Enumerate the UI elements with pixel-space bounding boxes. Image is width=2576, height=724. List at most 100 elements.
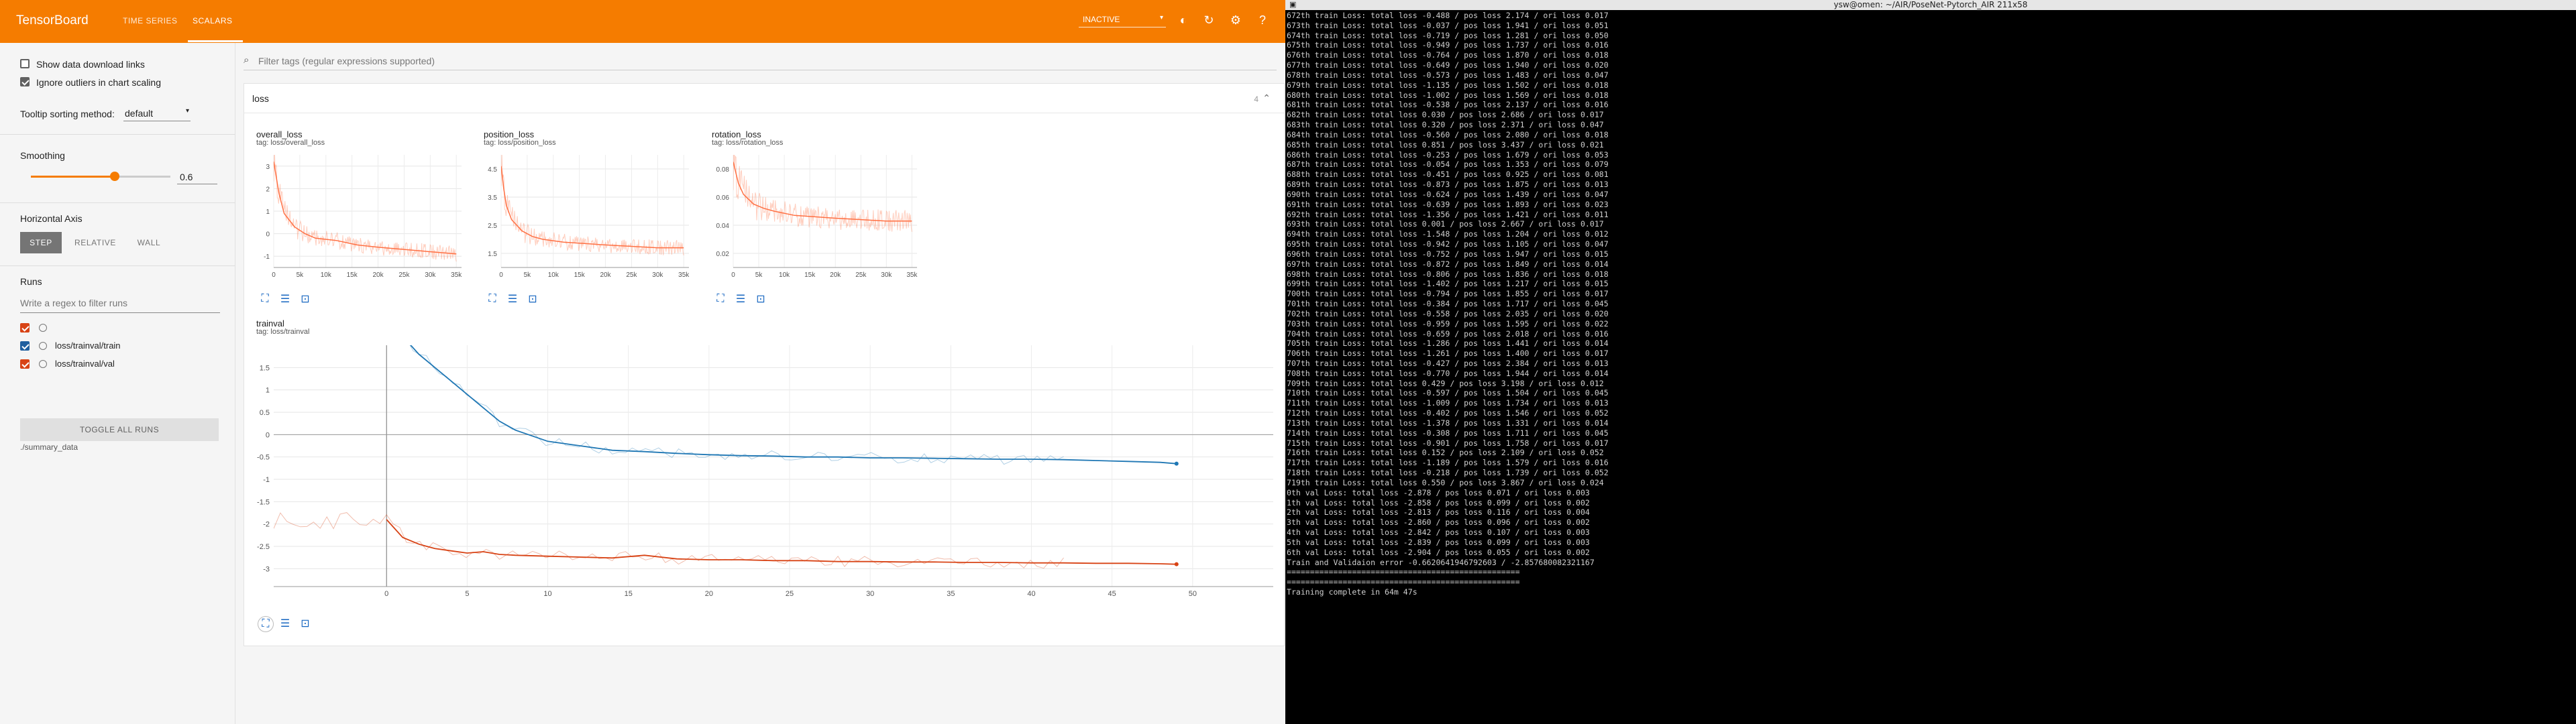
chart-title-rotation: rotation_loss — [712, 129, 761, 139]
y-tick-label: 4.5 — [488, 166, 497, 174]
settings-icon[interactable]: ⚙ — [1228, 12, 1244, 28]
x-tick-label: 0 — [272, 272, 276, 279]
x-tick-label: 20k — [372, 272, 384, 279]
divider — [0, 202, 235, 203]
fit-domain-icon[interactable]: ⊡ — [298, 616, 313, 631]
chart-tag-position: tag: loss/position_loss — [484, 139, 556, 147]
data-table-icon[interactable]: ☰ — [278, 292, 292, 306]
fit-domain-icon[interactable]: ⊡ — [298, 292, 313, 306]
trainval-chart[interactable]: 1.5 1 0.5 0 -0.5 -1 -1.5 -2 -2.5 -3 0 5 10 15 20 25 30 35… — [254, 339, 1280, 607]
run-checkbox[interactable] — [20, 323, 30, 333]
terminal-line: 704th train Loss: total loss -0.659 / po… — [1287, 328, 1609, 339]
plugin-select-value: INACTIVE — [1083, 15, 1120, 24]
run-checkbox-val[interactable] — [20, 359, 30, 369]
plugin-select[interactable]: INACTIVE ▾ — [1079, 12, 1166, 27]
run-color-swatch[interactable] — [39, 342, 47, 350]
fullscreen-icon[interactable]: ⛶ — [713, 292, 728, 306]
category-count: 4 — [1254, 95, 1258, 104]
run-color-swatch[interactable] — [39, 324, 47, 332]
fullscreen-icon[interactable]: ⛶ — [258, 292, 272, 306]
tag-filter-input[interactable]: ⌕ Filter tags (regular expressions suppo… — [244, 54, 1277, 70]
refresh-icon[interactable]: ↻ — [1201, 12, 1217, 28]
series-line — [501, 166, 684, 249]
runs-filter-input[interactable]: Write a regex to filter runs — [20, 295, 220, 313]
terminal-line: 712th train Loss: total loss -0.402 / po… — [1287, 408, 1609, 418]
data-table-icon[interactable]: ☰ — [505, 292, 520, 306]
terminal-line: 679th train Loss: total loss -1.135 / po… — [1287, 80, 1609, 90]
terminal-window[interactable]: ▣ ysw@omen: ~/AIR/PoseNet-Pytorch_AIR 21… — [1285, 0, 2576, 724]
toggle-all-runs-button[interactable]: TOGGLE ALL RUNS — [20, 418, 219, 441]
data-table-icon[interactable]: ☰ — [733, 292, 748, 306]
terminal-line: 700th train Loss: total loss -0.794 / po… — [1287, 289, 1609, 299]
overall-loss-chart[interactable]: 3 2 1 0 -1 0 5k 10k 15k 20k 25k 30k 35k — [254, 149, 468, 284]
y-tick-label: -1 — [263, 476, 270, 484]
haxis-wall-button[interactable]: WALL — [129, 232, 169, 253]
terminal-line: ========================================… — [1287, 567, 1520, 577]
fit-domain-icon[interactable]: ⊡ — [525, 292, 540, 306]
run-checkbox-train[interactable] — [20, 341, 30, 351]
data-table-icon[interactable]: ☰ — [278, 616, 292, 631]
series-end-point — [1174, 461, 1179, 466]
series-line — [386, 519, 1177, 565]
chart-title-overall: overall_loss — [256, 129, 303, 139]
smoothing-slider-handle[interactable] — [109, 172, 119, 181]
terminal-line: 705th train Loss: total loss -1.286 / po… — [1287, 339, 1609, 349]
terminal-line: 715th train Loss: total loss -0.901 / po… — [1287, 438, 1609, 448]
y-tick-label: 2 — [266, 186, 270, 193]
terminal-line: 714th train Loss: total loss -0.308 / po… — [1287, 428, 1609, 438]
terminal-line: 709th train Loss: total loss 0.429 / pos… — [1287, 378, 1604, 388]
sidebar: Show data download links Ignore outliers… — [0, 43, 235, 724]
y-tick-label: -2 — [263, 521, 270, 529]
series-raw-line — [274, 512, 1064, 569]
fit-domain-icon[interactable]: ⊡ — [753, 292, 768, 306]
runs-filter-placeholder: Write a regex to filter runs — [20, 298, 128, 308]
help-icon[interactable]: ? — [1254, 12, 1271, 28]
x-tick-label: 5k — [755, 272, 763, 279]
terminal-line: 703th train Loss: total loss -0.959 / po… — [1287, 318, 1609, 328]
smoothing-input[interactable]: 0.6 — [177, 170, 217, 184]
tooltip-sort-select[interactable]: default ▾ — [123, 106, 191, 121]
series-raw-line — [733, 155, 912, 232]
x-tick-label: 50 — [1189, 590, 1197, 598]
x-tick-label: 40 — [1027, 590, 1035, 598]
x-tick-label: 10 — [543, 590, 551, 598]
active-tab-indicator — [188, 40, 243, 42]
chart-tag-rotation: tag: loss/rotation_loss — [712, 139, 784, 147]
chart-tag-trainval: tag: loss/trainval — [256, 328, 310, 336]
show-download-checkbox[interactable] — [20, 59, 30, 68]
terminal-line: 686th train Loss: total loss -0.253 / po… — [1287, 149, 1609, 160]
terminal-line: 692th train Loss: total loss -1.356 / po… — [1287, 209, 1609, 219]
tab-time-series[interactable]: TIME SERIES — [123, 16, 178, 25]
terminal-line: 693th train Loss: total loss 0.001 / pos… — [1287, 219, 1604, 229]
haxis-step-button[interactable]: STEP — [20, 232, 62, 253]
run-color-swatch[interactable] — [39, 360, 47, 368]
smoothing-slider[interactable] — [31, 172, 170, 181]
divider — [0, 134, 235, 135]
show-download-label: Show data download links — [36, 59, 145, 70]
terminal-line: 678th train Loss: total loss -0.573 / po… — [1287, 70, 1609, 80]
fullscreen-icon[interactable]: ⛶ — [485, 292, 500, 306]
category-title[interactable]: loss — [252, 93, 269, 104]
terminal-line: 674th train Loss: total loss -0.719 / po… — [1287, 30, 1609, 40]
theme-toggle-icon[interactable]: ◐ — [1175, 12, 1191, 28]
terminal-line: 689th train Loss: total loss -0.873 / po… — [1287, 180, 1609, 190]
terminal-line: 6th val Loss: total loss -2.904 / pos lo… — [1287, 547, 1590, 557]
x-tick-label: 0 — [731, 272, 735, 279]
y-tick-label: 1.5 — [488, 251, 497, 258]
chevron-up-icon[interactable]: ⌃ — [1263, 93, 1271, 104]
rotation-loss-chart[interactable]: 0.08 0.06 0.04 0.02 0 5k 10k 15k 20k 25k 30k 35k — [709, 149, 924, 284]
fullscreen-icon[interactable]: ⛶ — [258, 616, 274, 632]
position-loss-chart[interactable]: 4.5 3.5 2.5 1.5 0 5k 10k 15k 20k 25k 30k 35k — [481, 149, 696, 284]
ignore-outliers-checkbox[interactable] — [20, 77, 30, 86]
x-tick-label: 5k — [524, 272, 532, 279]
x-tick-label: 10k — [779, 272, 790, 279]
terminal-line: 699th train Loss: total loss -1.402 / po… — [1287, 279, 1609, 289]
tab-scalars[interactable]: SCALARS — [193, 16, 233, 25]
x-tick-label: 35k — [451, 272, 462, 279]
x-tick-label: 15k — [804, 272, 816, 279]
terminal-line: Train and Validaion error -0.66206419467… — [1287, 557, 1595, 567]
haxis-relative-button[interactable]: RELATIVE — [70, 232, 121, 253]
series-line — [274, 161, 457, 255]
terminal-line: 677th train Loss: total loss -0.649 / po… — [1287, 60, 1609, 70]
logdir-label: ./summary_data — [20, 442, 78, 452]
